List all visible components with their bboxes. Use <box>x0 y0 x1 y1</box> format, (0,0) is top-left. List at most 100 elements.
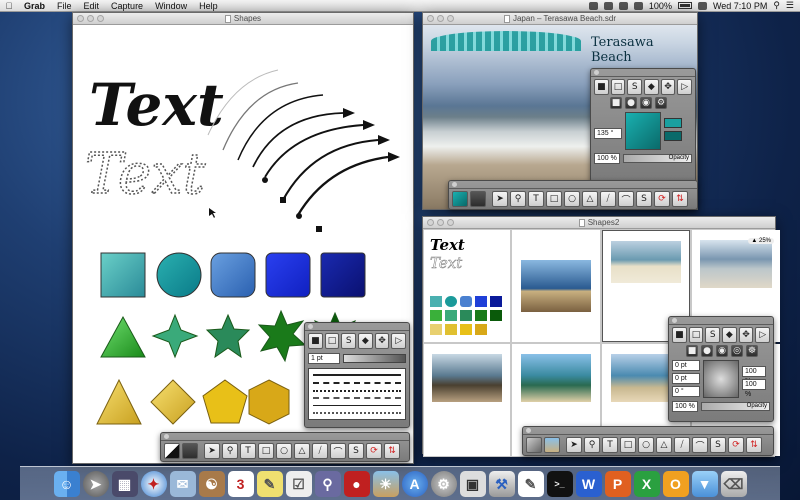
move-icon[interactable]: ✥ <box>738 327 754 343</box>
rectangle-tool[interactable]: □ <box>620 437 636 453</box>
triangle-tool[interactable]: △ <box>656 437 672 453</box>
shape-row-3[interactable] <box>96 378 290 425</box>
folder-icon[interactable]: ▼ <box>691 471 718 497</box>
zoom-tool[interactable]: ⚲ <box>222 443 238 459</box>
play-icon[interactable]: ▷ <box>391 333 407 349</box>
maps-icon[interactable]: ⚲ <box>314 471 341 497</box>
fill-square-icon[interactable]: ■ <box>308 333 323 349</box>
close-button[interactable] <box>77 15 84 22</box>
radial-preview[interactable] <box>703 360 739 398</box>
stroke-square-icon[interactable]: □ <box>324 333 340 349</box>
outline-text[interactable]: Text <box>84 141 206 208</box>
opacity-field[interactable]: 100 % <box>672 401 698 412</box>
play-icon[interactable]: ▷ <box>677 79 693 95</box>
line-dash-list[interactable] <box>308 368 406 420</box>
photobooth-icon[interactable]: ● <box>343 471 370 497</box>
zoom-button[interactable] <box>447 15 454 22</box>
mail-icon[interactable]: ✉ <box>169 471 196 497</box>
transform-tool[interactable]: ⇅ <box>384 443 400 459</box>
gradient-radial-icon[interactable]: ● <box>701 345 713 357</box>
calendar-icon[interactable]: 3 <box>227 471 254 497</box>
image-well[interactable] <box>544 437 560 453</box>
launchpad-icon[interactable]: ➤ <box>82 471 109 497</box>
opacity-slider[interactable]: Opacity <box>701 402 770 411</box>
palette-titlebar[interactable] <box>305 323 409 331</box>
palette-titlebar[interactable] <box>161 433 409 441</box>
iphoto-icon[interactable]: ☀ <box>372 471 399 497</box>
opacity-slider[interactable]: Opacity <box>623 154 692 163</box>
zoom-tool[interactable]: ⚲ <box>510 191 526 207</box>
gradient-ring-icon[interactable]: ◎ <box>731 345 743 357</box>
text-tool[interactable]: T <box>602 437 618 453</box>
minimize-button[interactable] <box>87 15 94 22</box>
textedit-icon[interactable]: ✎ <box>517 471 544 497</box>
arrow-tool[interactable]: ➤ <box>566 437 582 453</box>
menu-help[interactable]: Help <box>193 0 224 12</box>
minimize-button[interactable] <box>437 15 444 22</box>
arrow-tool[interactable]: ➤ <box>204 443 220 459</box>
preview-icon[interactable]: ▣ <box>459 471 486 497</box>
time-machine-icon[interactable] <box>588 1 598 10</box>
path-icon[interactable]: S <box>627 79 643 95</box>
move-icon[interactable]: ✥ <box>374 333 390 349</box>
volume-icon[interactable] <box>633 1 643 10</box>
offset-y-field[interactable]: 0 pt <box>672 373 700 384</box>
palette-titlebar[interactable] <box>591 69 695 77</box>
gradient-sphere-icon[interactable]: ◉ <box>640 97 652 109</box>
transform-tool[interactable]: ⇅ <box>746 437 762 453</box>
arrow-tool[interactable]: ➤ <box>492 191 508 207</box>
text-tool[interactable]: T <box>528 191 544 207</box>
xcode-icon[interactable]: ⚒ <box>488 471 515 497</box>
menu-capture[interactable]: Capture <box>105 0 149 12</box>
page-thumb-shapes[interactable]: Text Text <box>424 230 510 342</box>
gradient-angle-field[interactable]: 135 ° <box>594 128 622 139</box>
curve-tool[interactable]: S <box>348 443 364 459</box>
shape-row-1[interactable] <box>100 252 366 298</box>
stroke-square-icon[interactable]: □ <box>688 327 704 343</box>
excel-icon[interactable]: X <box>633 471 660 497</box>
triangle-tool[interactable]: △ <box>582 191 598 207</box>
gradient-settings-icon[interactable]: ⚙ <box>655 97 667 109</box>
app-store-icon[interactable]: A <box>401 471 428 497</box>
path-icon[interactable]: S <box>705 327 721 343</box>
line-tool[interactable]: ⧸ <box>600 191 616 207</box>
word-icon[interactable]: W <box>575 471 602 497</box>
gradient-linear-icon[interactable]: ■ <box>686 345 698 357</box>
gradient-radial-icon[interactable]: ● <box>625 97 637 109</box>
terminal-icon[interactable]: >_ <box>546 471 573 497</box>
page-thumb-coast[interactable] <box>512 230 600 342</box>
menu-edit[interactable]: Edit <box>78 0 106 12</box>
outlook-icon[interactable]: O <box>662 471 689 497</box>
menu-file[interactable]: File <box>51 0 78 12</box>
shapes2-titlebar[interactable]: Shapes2 <box>423 217 775 229</box>
gradient-sphere-icon[interactable]: ◉ <box>716 345 728 357</box>
shapes-titlebar[interactable]: Shapes <box>73 13 413 25</box>
play-icon[interactable]: ▷ <box>755 327 771 343</box>
diamond-icon[interactable]: ◆ <box>358 333 373 349</box>
japan-titlebar[interactable]: Japan – Terasawa Beach.sdr <box>423 13 697 25</box>
line-tool[interactable]: ⧸ <box>674 437 690 453</box>
scale-w-field[interactable]: 100 % <box>742 366 766 385</box>
arc-tool[interactable]: ⌒ <box>692 437 708 453</box>
color-swatch-end[interactable] <box>664 131 682 141</box>
apple-icon[interactable]:  <box>0 1 18 11</box>
trash-icon[interactable]: ⌫ <box>720 471 747 497</box>
arrow-curves[interactable] <box>207 69 389 216</box>
stroke-square-icon[interactable]: □ <box>610 79 626 95</box>
curve-tool[interactable]: S <box>710 437 726 453</box>
color-swatch-start[interactable] <box>664 118 682 128</box>
close-button[interactable] <box>427 219 434 226</box>
stroke-well[interactable] <box>470 191 486 207</box>
notes-icon[interactable]: ✎ <box>256 471 283 497</box>
menu-clock[interactable]: Wed 7:10 PM <box>713 1 767 11</box>
curve-tool[interactable]: S <box>636 191 652 207</box>
opacity-field[interactable]: 100 % <box>594 153 620 164</box>
palette-titlebar[interactable] <box>669 317 773 325</box>
line-width-field[interactable]: 1 pt <box>308 353 340 364</box>
menu-app[interactable]: Grab <box>18 0 51 12</box>
palette-titlebar[interactable] <box>449 181 697 189</box>
line-tool[interactable]: ⧸ <box>312 443 328 459</box>
mission-control-icon[interactable]: ▦ <box>111 471 138 497</box>
fill-square-icon[interactable]: ■ <box>672 327 687 343</box>
rotate-tool[interactable]: ⟳ <box>654 191 670 207</box>
